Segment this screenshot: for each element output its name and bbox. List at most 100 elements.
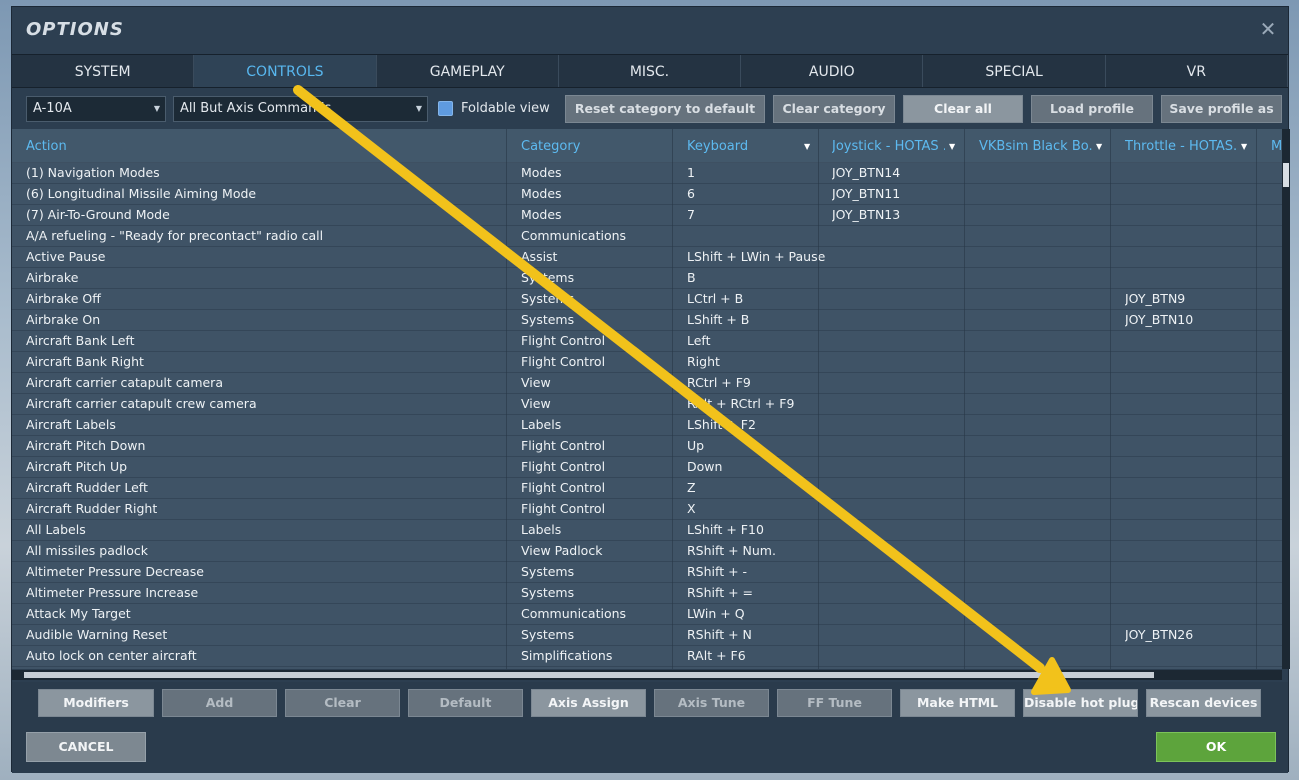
cell-keyboard[interactable]: LCtrl + B [687, 291, 827, 306]
cell-keyboard[interactable]: 7 [687, 207, 827, 222]
header-action[interactable]: Action [26, 139, 506, 154]
column-divider [1256, 129, 1257, 669]
clear-button[interactable]: Clear [285, 689, 400, 717]
chevron-down-icon[interactable]: ▼ [804, 142, 810, 151]
chevron-down-icon[interactable]: ▼ [1241, 142, 1247, 151]
cell-keyboard[interactable]: X [687, 501, 827, 516]
cell-keyboard[interactable]: B [687, 270, 827, 285]
tab-vr[interactable]: VR [1105, 55, 1288, 87]
table-row[interactable]: Aircraft Bank Right Flight Control Right [12, 352, 1282, 373]
ff-tune-button[interactable]: FF Tune [777, 689, 892, 717]
save-profile-button[interactable]: Save profile as [1161, 95, 1282, 123]
table-row[interactable]: Aircraft Bank Left Flight Control Left [12, 331, 1282, 352]
table-row[interactable]: Aircraft Labels Labels LShift + F2 [12, 415, 1282, 436]
tab-gameplay[interactable]: GAMEPLAY [376, 55, 559, 87]
table-row[interactable]: All missiles padlock View Padlock RShift +… [12, 541, 1282, 562]
make-html-button[interactable]: Make HTML [900, 689, 1015, 717]
table-row[interactable]: Aircraft carrier catapult crew camera Vie… [12, 394, 1282, 415]
cell-keyboard[interactable]: RAlt + RCtrl + F9 [687, 396, 827, 411]
add-button[interactable]: Add [162, 689, 277, 717]
table-row[interactable]: Active Pause Assist LShift + LWin + Pause [12, 247, 1282, 268]
header-vkbsim[interactable]: VKBsim Black Bo... [979, 139, 1092, 154]
cell-keyboard[interactable]: 6 [687, 186, 827, 201]
chevron-down-icon[interactable]: ▼ [949, 142, 955, 151]
cell-throttle[interactable]: JOY_BTN26 [1125, 627, 1255, 642]
default-button[interactable]: Default [408, 689, 523, 717]
table-row[interactable]: Airbrake Systems B [12, 268, 1282, 289]
table-row[interactable]: Aircraft Pitch Down Flight Control Up [12, 436, 1282, 457]
axis-assign-button[interactable]: Axis Assign [531, 689, 646, 717]
tab-special[interactable]: SPECIAL [923, 55, 1106, 87]
table-row[interactable]: (6) Longitudinal Missile Aiming Mode Mode… [12, 184, 1282, 205]
cell-keyboard[interactable]: RShift + N [687, 627, 827, 642]
cell-action: Attack My Target [26, 606, 131, 621]
foldable-view-checkbox[interactable] [438, 101, 453, 116]
header-throttle[interactable]: Throttle - HOTAS... [1125, 139, 1237, 154]
table-row[interactable]: (1) Navigation Modes Modes 1 JOY_BTN14 [12, 163, 1282, 184]
tab-system[interactable]: SYSTEM [12, 55, 195, 87]
cell-keyboard[interactable]: Down [687, 459, 827, 474]
cell-category: Communications [521, 228, 627, 243]
clear-all-button[interactable]: Clear all [903, 95, 1023, 123]
table-row[interactable]: A/A refueling - "Ready for precontact" r… [12, 226, 1282, 247]
cell-keyboard[interactable]: RShift + Num. [687, 543, 827, 558]
cell-keyboard[interactable]: LShift + F2 [687, 417, 827, 432]
table-row[interactable]: Airbrake On Systems LShift + B JOY_BTN10 [12, 310, 1282, 331]
cell-category: View [521, 375, 551, 390]
table-row[interactable]: Auto lock on center aircraft Simplificati… [12, 646, 1282, 667]
cell-throttle[interactable]: JOY_BTN10 [1125, 312, 1255, 327]
cell-joystick[interactable]: JOY_BTN14 [832, 165, 962, 180]
header-keyboard[interactable]: Keyboard [687, 139, 802, 154]
cell-joystick[interactable]: JOY_BTN11 [832, 186, 962, 201]
cell-keyboard[interactable]: LShift + B [687, 312, 827, 327]
table-row[interactable]: Audible Warning Reset Systems RShift + N JO… [12, 625, 1282, 646]
horizontal-scrollbar[interactable] [12, 670, 1282, 680]
table-row[interactable]: Attack My Target Communications LWin + Q [12, 604, 1282, 625]
table-row[interactable]: Aircraft Pitch Up Flight Control Down [12, 457, 1282, 478]
table-row[interactable]: Aircraft Rudder Left Flight Control Z [12, 478, 1282, 499]
aircraft-select[interactable]: A-10A ▼ [26, 96, 166, 122]
cell-joystick[interactable]: JOY_BTN13 [832, 207, 962, 222]
table-row[interactable]: Aircraft carrier catapult camera View RCtr… [12, 373, 1282, 394]
cell-keyboard[interactable]: RAlt + F6 [687, 648, 827, 663]
disable-hot-plug-button[interactable]: Disable hot plug [1023, 689, 1138, 717]
cell-keyboard[interactable]: 1 [687, 165, 827, 180]
cell-keyboard[interactable]: Z [687, 480, 827, 495]
filter-select[interactable]: All But Axis Commands ▼ [173, 96, 428, 122]
ok-button[interactable]: OK [1156, 732, 1276, 762]
load-profile-button[interactable]: Load profile [1031, 95, 1153, 123]
header-category[interactable]: Category [521, 139, 671, 154]
table-row[interactable]: Altimeter Pressure Decrease Systems RShift… [12, 562, 1282, 583]
clear-category-button[interactable]: Clear category [773, 95, 895, 123]
cell-keyboard[interactable]: LShift + F10 [687, 522, 827, 537]
table-row[interactable]: (7) Air-To-Ground Mode Modes 7 JOY_BTN13 [12, 205, 1282, 226]
cancel-button[interactable]: CANCEL [26, 732, 146, 762]
axis-tune-button[interactable]: Axis Tune [654, 689, 769, 717]
table-row[interactable]: All Labels Labels LShift + F10 [12, 520, 1282, 541]
tab-audio[interactable]: AUDIO [741, 55, 924, 87]
vertical-scrollbar[interactable] [1282, 129, 1290, 669]
cell-keyboard[interactable]: Left [687, 333, 827, 348]
cell-keyboard[interactable]: RShift + = [687, 585, 827, 600]
tab-controls[interactable]: CONTROLS [194, 55, 377, 87]
tab-misc[interactable]: MISC. [558, 55, 742, 87]
cell-keyboard[interactable]: Right [687, 354, 827, 369]
modifiers-button[interactable]: Modifiers [38, 689, 154, 717]
cell-keyboard[interactable]: LShift + LWin + Pause [687, 249, 827, 264]
cell-keyboard[interactable]: LWin + Q [687, 606, 827, 621]
table-row[interactable]: Altimeter Pressure Increase Systems RShift… [12, 583, 1282, 604]
reset-category-button[interactable]: Reset category to default [565, 95, 765, 123]
table-row[interactable]: Aircraft Rudder Right Flight Control X [12, 499, 1282, 520]
cell-keyboard[interactable]: RCtrl + F9 [687, 375, 827, 390]
table-row[interactable]: Airbrake Off Systems LCtrl + B JOY_BTN9 [12, 289, 1282, 310]
cell-throttle[interactable]: JOY_BTN9 [1125, 291, 1255, 306]
header-extra[interactable]: M [1271, 139, 1281, 154]
vertical-scroll-thumb[interactable] [1283, 163, 1289, 187]
close-icon[interactable]: ✕ [1258, 19, 1278, 39]
header-joystick[interactable]: Joystick - HOTAS ... [832, 139, 945, 154]
cell-keyboard[interactable]: RShift + - [687, 564, 827, 579]
cell-keyboard[interactable]: Up [687, 438, 827, 453]
horizontal-scroll-thumb[interactable] [24, 672, 1154, 678]
chevron-down-icon[interactable]: ▼ [1096, 142, 1102, 151]
rescan-devices-button[interactable]: Rescan devices [1146, 689, 1261, 717]
